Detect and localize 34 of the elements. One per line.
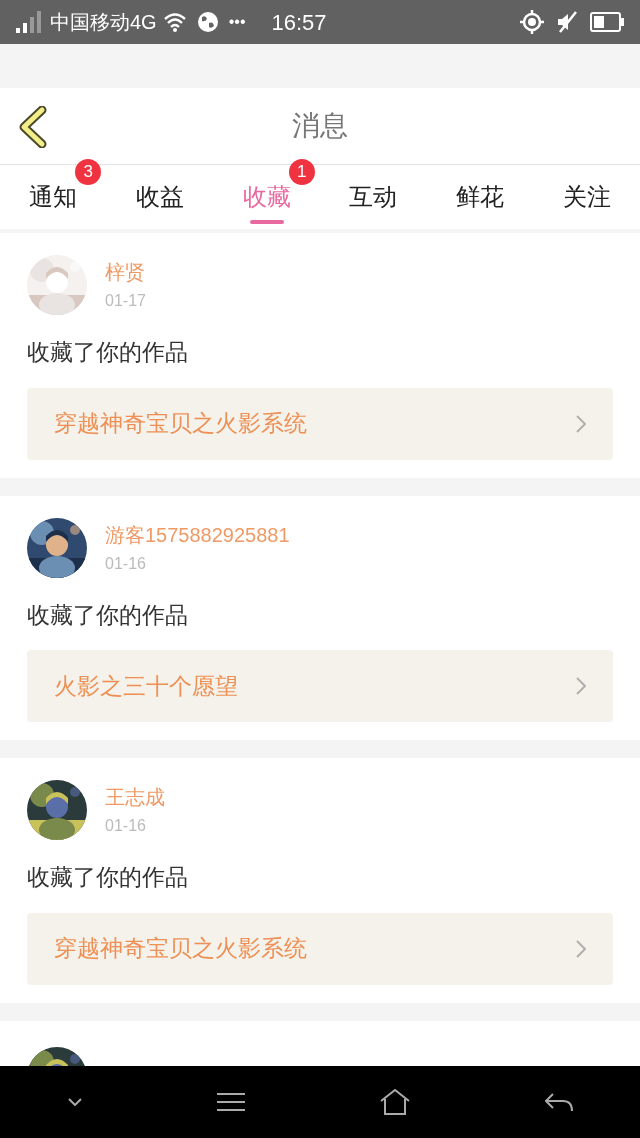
- user-name: 游客1575882925881: [105, 522, 290, 548]
- tab[interactable]: 通知: [29, 165, 78, 229]
- battery-icon: [590, 12, 624, 32]
- message-date: 01-17: [105, 291, 146, 311]
- chevron-right-icon: [576, 414, 586, 433]
- home-icon[interactable]: [379, 1089, 410, 1115]
- carrier-name: 中国移动4G: [50, 10, 157, 35]
- chevron-right-icon: [576, 939, 586, 958]
- more-dots: •••: [228, 12, 246, 32]
- message-date: 01-16: [105, 816, 147, 836]
- user-name: 王志成: [105, 785, 165, 810]
- tab[interactable]: 互动: [349, 165, 398, 229]
- clock-time: 16:57: [271, 8, 327, 37]
- message-date: 01-16: [105, 553, 147, 574]
- message-text: 收藏了你的作品: [27, 600, 189, 630]
- tab[interactable]: 鲜花: [456, 165, 504, 229]
- chevron-down-icon[interactable]: [67, 1098, 82, 1106]
- mute-icon: [556, 11, 578, 33]
- message-text: 收藏了你的作品: [27, 863, 189, 892]
- globe-icon: [196, 11, 219, 33]
- count-badge: 1: [288, 159, 315, 185]
- tab[interactable]: 关注: [562, 165, 611, 229]
- signal-icon: [16, 11, 44, 33]
- message-text: 收藏了你的作品: [27, 338, 189, 367]
- page-title: 消息: [292, 109, 348, 143]
- count-badge: 3: [75, 159, 102, 185]
- location-icon: [520, 10, 544, 34]
- wifi-icon: [162, 12, 187, 32]
- menu-icon[interactable]: [216, 1092, 245, 1112]
- tab-indicator: [249, 220, 284, 224]
- tab[interactable]: 收益: [136, 165, 184, 229]
- chevron-right-icon: [576, 677, 586, 695]
- back-arrow-icon[interactable]: [544, 1092, 573, 1112]
- user-name: 梓贤: [105, 260, 146, 285]
